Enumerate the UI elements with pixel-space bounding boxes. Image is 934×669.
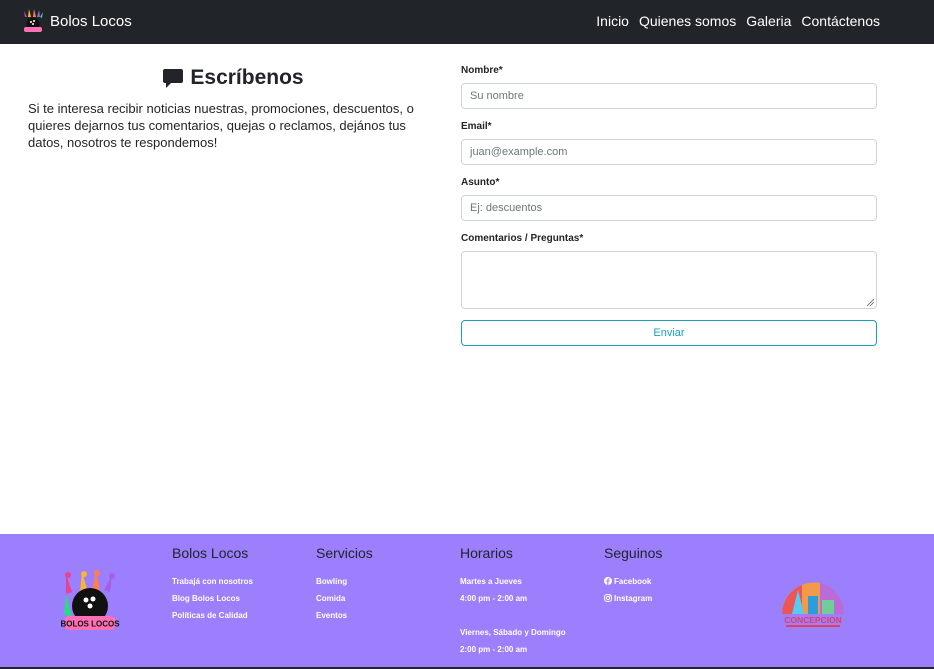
footer-link-bowling[interactable]: Bowling: [316, 576, 373, 593]
footer-link-instagram[interactable]: Instagram: [604, 593, 662, 610]
footer-hours: Martes a Jueves 4:00 pm - 2:00 am Vierne…: [460, 576, 566, 661]
footer-link-comida[interactable]: Comida: [316, 593, 373, 610]
footer: BOLOS LOCOS Bolos Locos Trabajá con noso…: [0, 534, 934, 669]
footer-link-trabaja[interactable]: Trabajá con nosotros: [172, 576, 253, 593]
instagram-label: Instagram: [614, 594, 653, 603]
footer-link-facebook[interactable]: Facebook: [604, 576, 662, 593]
nav-link-inicio[interactable]: Inicio: [596, 13, 629, 29]
hours-time-weekend: 2:00 pm - 2:00 am: [460, 645, 528, 654]
subject-label: Asunto*: [461, 177, 500, 188]
footer-col-seguinos: Seguinos Facebook Instagram: [604, 544, 662, 610]
brand-name: Bolos Locos: [50, 12, 132, 30]
contact-intro-text: Si te interesa recibir noticias nuestras…: [28, 101, 414, 150]
bowling-logo-icon: [24, 9, 43, 32]
subject-input[interactable]: Ej: descuentos: [461, 195, 877, 221]
hours-time-weekday: 4:00 pm - 2:00 am: [460, 594, 528, 603]
concepcion-badge-text: CONCEPCION: [784, 615, 842, 625]
contact-intro-section: Escríbenos Si te interesa recibir notici…: [28, 64, 438, 151]
footer-link-politicas[interactable]: Políticas de Calidad: [172, 610, 253, 627]
concepcion-badge: CONCEPCION: [782, 582, 845, 627]
nav-link-galeria[interactable]: Galeria: [746, 13, 791, 29]
email-input[interactable]: juan@example.com: [461, 139, 877, 165]
instagram-icon: [604, 594, 612, 602]
comments-group: Comentarios / Preguntas*: [461, 232, 877, 309]
speech-bubble-icon: [163, 69, 184, 88]
brand-link[interactable]: Bolos Locos: [22, 9, 132, 33]
name-input[interactable]: Su nombre: [461, 83, 877, 109]
email-label: Email*: [461, 121, 492, 132]
facebook-label: Facebook: [614, 577, 652, 586]
email-group: Email* juan@example.com: [461, 120, 877, 176]
footer-col-title: Servicios: [316, 545, 373, 561]
comments-label: Comentarios / Preguntas*: [461, 233, 584, 244]
footer-col-title: Horarios: [460, 545, 513, 561]
submit-button[interactable]: Enviar: [461, 320, 877, 346]
footer-col-title: Bolos Locos: [172, 545, 249, 561]
subject-group: Asunto* Ej: descuentos: [461, 176, 877, 232]
footer-col-bolos-locos: Bolos Locos Trabajá con nosotros Blog Bo…: [172, 544, 253, 627]
facebook-icon: [604, 577, 612, 585]
hours-days-weekend: Viernes, Sábado y Domingo: [460, 628, 566, 637]
navbar: Bolos Locos Inicio Quienes somos Galeria…: [0, 0, 934, 44]
nav-link-contactenos[interactable]: Contáctenos: [801, 13, 880, 29]
footer-link-eventos[interactable]: Eventos: [316, 610, 373, 627]
footer-col-servicios: Servicios Bowling Comida Eventos: [316, 544, 373, 627]
nav-links: Inicio Quienes somos Galeria Contáctenos: [596, 13, 880, 29]
hours-days-weekday: Martes a Jueves: [460, 577, 522, 586]
name-group: Nombre* Su nombre: [461, 64, 877, 120]
name-label: Nombre*: [461, 65, 503, 76]
contact-form: Nombre* Su nombre Email* juan@example.co…: [461, 64, 877, 346]
nav-link-quienes-somos[interactable]: Quienes somos: [639, 13, 736, 29]
resize-grip-icon[interactable]: [867, 299, 874, 306]
footer-logo-text: BOLOS LOCOS: [60, 620, 120, 629]
contact-heading-text: Escríbenos: [190, 66, 304, 89]
comments-textarea[interactable]: [461, 251, 877, 309]
footer-col-title: Seguinos: [604, 545, 663, 561]
footer-links: Trabajá con nosotros Blog Bolos Locos Po…: [172, 576, 253, 627]
footer-social: Facebook Instagram: [604, 576, 662, 610]
footer-links: Bowling Comida Eventos: [316, 576, 373, 627]
contact-heading: Escríbenos: [28, 64, 438, 92]
footer-link-blog[interactable]: Blog Bolos Locos: [172, 593, 253, 610]
footer-logo: BOLOS LOCOS: [60, 570, 120, 630]
footer-col-horarios: Horarios Martes a Jueves 4:00 pm - 2:00 …: [460, 544, 566, 661]
